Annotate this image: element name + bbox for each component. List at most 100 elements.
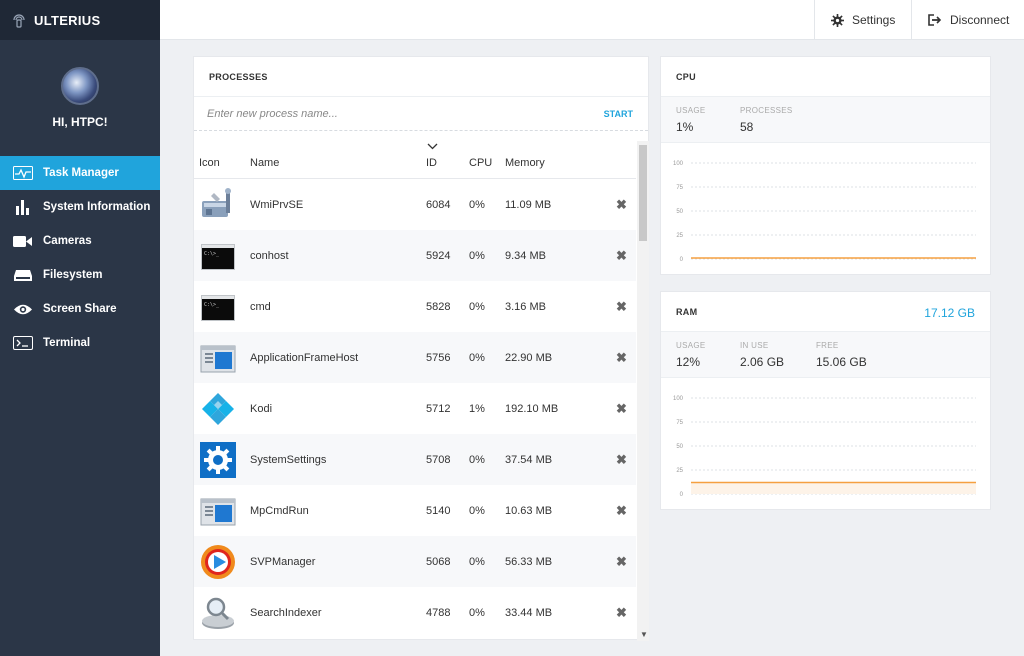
processes-panel: PROCESSES START Icon Name ID CPU Memory …	[193, 56, 649, 641]
cpu-panel: CPU USAGE 1% PROCESSES 58 100 75 50 25 0	[660, 56, 991, 275]
window-app-icon	[200, 493, 236, 529]
column-header-name[interactable]: Name	[250, 157, 279, 169]
ram-free-stat: FREE 15.06 GB	[816, 341, 867, 369]
sidebar-item-task-manager[interactable]: Task Manager	[0, 156, 160, 190]
table-row[interactable]: MpCmdRun 5140 0% 10.63 MB ✖	[194, 485, 636, 536]
table-body: WmiPrvSE 6084 0% 11.09 MB ✖ C:\>_ conhos…	[194, 179, 636, 638]
process-cpu: 0%	[469, 249, 485, 262]
ram-usage-label: USAGE	[676, 341, 706, 350]
kill-process-close-icon[interactable]: ✖	[616, 554, 627, 570]
cpu-chart-y-tick-label: 100	[673, 161, 684, 167]
ram-usage-value: 12%	[676, 355, 701, 369]
sidebar-item-label: Terminal	[43, 337, 91, 349]
table-row[interactable]: C:\>_ conhost 5924 0% 9.34 MB ✖	[194, 230, 636, 281]
ram-inuse-label: IN USE	[740, 341, 769, 350]
eye-icon	[12, 301, 34, 317]
process-id: 5924	[426, 249, 451, 262]
sidebar-item-label: Filesystem	[43, 269, 103, 281]
disconnect-button[interactable]: Disconnect	[911, 0, 1024, 40]
kill-process-close-icon[interactable]: ✖	[616, 350, 627, 366]
table-row[interactable]: SystemSettings 5708 0% 37.54 MB ✖	[194, 434, 636, 485]
processes-title: PROCESSES	[194, 57, 648, 97]
cpu-stats: USAGE 1% PROCESSES 58	[661, 97, 990, 143]
sidebar-item-filesystem[interactable]: Filesystem	[0, 258, 160, 292]
window-app-icon	[200, 340, 236, 376]
column-header-icon[interactable]: Icon	[199, 157, 220, 169]
settings-label: Settings	[852, 13, 896, 27]
table-row[interactable]: ApplicationFrameHost 5756 0% 22.90 MB ✖	[194, 332, 636, 383]
cpu-usage-stat: USAGE 1%	[676, 106, 706, 134]
table-row[interactable]: Kodi 5712 1% 192.10 MB ✖	[194, 383, 636, 434]
process-memory: 11.09 MB	[505, 198, 552, 211]
process-cpu: 0%	[469, 300, 485, 313]
process-memory: 56.33 MB	[505, 555, 553, 568]
process-table-scrollbar[interactable]: ▼	[637, 141, 649, 641]
kill-process-close-icon[interactable]: ✖	[616, 503, 627, 519]
table-row[interactable]: SearchIndexer 4788 0% 33.44 MB ✖	[194, 587, 636, 638]
scroll-down-arrow-icon[interactable]: ▼	[640, 630, 648, 639]
kill-process-close-icon[interactable]: ✖	[616, 299, 627, 315]
sort-chevron-down-icon[interactable]	[427, 143, 438, 150]
disconnect-label: Disconnect	[950, 13, 1010, 27]
ram-chart-y-tick-label: 100	[673, 396, 684, 402]
ram-chart-y-tick-label: 0	[680, 492, 684, 498]
kill-process-close-icon[interactable]: ✖	[616, 401, 627, 417]
ram-stats: USAGE 12% IN USE 2.06 GB FREE 15.06 GB	[661, 332, 990, 378]
settings-button[interactable]: Settings	[814, 0, 911, 40]
table-row[interactable]: WmiPrvSE 6084 0% 11.09 MB ✖	[194, 179, 636, 230]
app-title: ULTERIUS	[34, 12, 101, 28]
process-memory: 10.63 MB	[505, 504, 553, 517]
sidebar-item-screen-share[interactable]: Screen Share	[0, 292, 160, 326]
scroll-thumb[interactable]	[639, 145, 647, 241]
gear-icon	[831, 13, 844, 27]
process-id: 4788	[426, 606, 451, 619]
process-id: 5828	[426, 300, 451, 313]
cpu-chart-y-tick-label: 25	[676, 233, 683, 239]
ram-chart-y-tick-label: 50	[676, 444, 683, 450]
table-row[interactable]: C:\>_ cmd 5828 0% 3.16 MB ✖	[194, 281, 636, 332]
kill-process-close-icon[interactable]: ✖	[616, 197, 627, 213]
kill-process-close-icon[interactable]: ✖	[616, 605, 627, 621]
process-memory: 33.44 MB	[505, 606, 553, 619]
column-header-id[interactable]: ID	[426, 157, 437, 169]
process-cpu: 0%	[469, 453, 485, 466]
cpu-title: CPU	[661, 57, 990, 97]
column-header-memory[interactable]: Memory	[505, 157, 545, 169]
process-id: 5140	[426, 504, 451, 517]
new-process-input[interactable]	[207, 107, 604, 120]
process-table: Icon Name ID CPU Memory WmiPrvSE 6084 0%…	[194, 141, 636, 641]
process-cpu: 0%	[469, 606, 485, 619]
process-name: SearchIndexer	[250, 606, 322, 619]
brand: ULTERIUS	[0, 0, 160, 40]
cpu-chart-y-tick-label: 0	[680, 257, 684, 263]
profile: HI, HTPC!	[0, 40, 160, 156]
start-button[interactable]: START	[604, 109, 633, 119]
process-cpu: 0%	[469, 504, 485, 517]
bar-chart-icon	[12, 199, 34, 215]
process-name: cmd	[250, 300, 271, 313]
process-cpu: 0%	[469, 351, 485, 364]
sidebar-item-cameras[interactable]: Cameras	[0, 224, 160, 258]
ram-usage-chart: 100 75 50 25 0	[673, 396, 976, 498]
avatar	[61, 67, 99, 105]
sidebar-item-label: Screen Share	[43, 303, 117, 315]
ram-panel: RAM 17.12 GB USAGE 12% IN USE 2.06 GB FR…	[660, 291, 991, 510]
ram-chart-area	[691, 482, 976, 494]
sidebar-item-terminal[interactable]: Terminal	[0, 326, 160, 360]
table-header: Icon Name ID CPU Memory	[194, 141, 636, 179]
kill-process-close-icon[interactable]: ✖	[616, 248, 627, 264]
process-memory: 37.54 MB	[505, 453, 553, 466]
svp-play-icon	[200, 544, 236, 580]
search-indexer-icon	[200, 595, 236, 631]
table-row[interactable]: SVPManager 5068 0% 56.33 MB ✖	[194, 536, 636, 587]
pulse-icon	[12, 165, 34, 181]
sign-out-icon	[928, 14, 942, 26]
console-icon: C:\>_	[200, 238, 236, 274]
column-header-cpu[interactable]: CPU	[469, 157, 492, 169]
cpu-processes-value: 58	[740, 120, 754, 134]
process-memory: 22.90 MB	[505, 351, 553, 364]
process-id: 5756	[426, 351, 451, 364]
sidebar-item-system-information[interactable]: System Information	[0, 190, 160, 224]
process-name: conhost	[250, 249, 289, 262]
kill-process-close-icon[interactable]: ✖	[616, 452, 627, 468]
